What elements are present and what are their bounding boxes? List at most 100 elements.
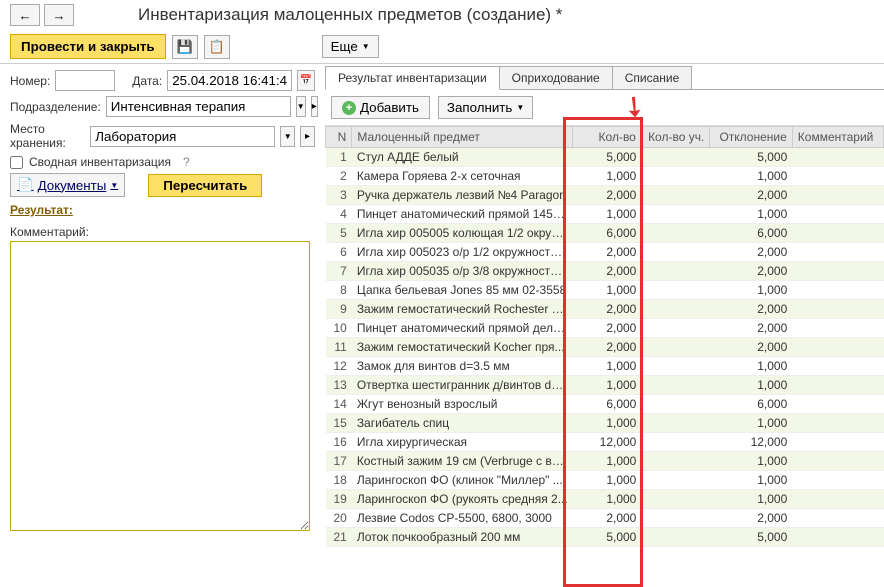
cell-com xyxy=(792,338,883,357)
recalculate-button[interactable]: Пересчитать xyxy=(148,174,262,197)
cell-qty-acc xyxy=(641,243,709,262)
cell-n: 3 xyxy=(326,186,352,205)
cell-item: Жгут венозный взрослый xyxy=(352,395,573,414)
cell-com xyxy=(792,433,883,452)
table-row[interactable]: 10Пинцет анатомический прямой дели...2,0… xyxy=(326,319,884,338)
cell-qty-acc xyxy=(641,490,709,509)
table-row[interactable]: 14Жгут венозный взрослый6,0006,000 xyxy=(326,395,884,414)
cell-n: 20 xyxy=(326,509,352,528)
cell-dev: 2,000 xyxy=(710,186,792,205)
department-input[interactable] xyxy=(106,96,291,117)
diskette-icon: 💾 xyxy=(177,39,193,55)
storage-dropdown[interactable]: ▼ xyxy=(280,126,295,147)
calendar-button[interactable]: 📅 xyxy=(297,70,315,91)
department-dropdown[interactable]: ▼ xyxy=(296,96,306,117)
save-button[interactable]: 💾 xyxy=(172,35,198,59)
documents-button[interactable]: 📄Документы ▼ xyxy=(10,173,125,197)
col-n[interactable]: N xyxy=(326,127,352,148)
tab-receipt[interactable]: Оприходование xyxy=(499,66,613,89)
tab-writeoff[interactable]: Списание xyxy=(612,66,693,89)
cell-qty-acc xyxy=(641,528,709,547)
cell-dev: 1,000 xyxy=(710,376,792,395)
table-row[interactable]: 6Игла хир 005023 о/р 1/2 окружности ...2… xyxy=(326,243,884,262)
table-row[interactable]: 8Цапка бельевая Jones 85 мм 02-35581,000… xyxy=(326,281,884,300)
table-row[interactable]: 20Лезвие Codos CP-5500, 6800, 30002,0002… xyxy=(326,509,884,528)
cell-item: Ларингоскоп ФО (рукоять средняя 2... xyxy=(352,490,573,509)
cell-n: 2 xyxy=(326,167,352,186)
cell-dev: 2,000 xyxy=(710,319,792,338)
add-button[interactable]: +Добавить xyxy=(331,96,430,119)
more-button[interactable]: Еще ▼ xyxy=(322,35,379,58)
table-row[interactable]: 7Игла хир 005035 о/р 3/8 окружности ...2… xyxy=(326,262,884,281)
table-row[interactable]: 5Игла хир 005005 колющая 1/2 окруж...6,0… xyxy=(326,224,884,243)
cell-item: Цапка бельевая Jones 85 мм 02-3558 xyxy=(352,281,573,300)
table-row[interactable]: 4Пинцет анатомический прямой 145 мм1,000… xyxy=(326,205,884,224)
summary-checkbox[interactable] xyxy=(10,156,23,169)
cell-com xyxy=(792,319,883,338)
cell-item: Стул АДДЕ белый xyxy=(352,148,573,167)
cell-qty-acc xyxy=(641,395,709,414)
cell-item: Лоток почкообразный 200 мм xyxy=(352,528,573,547)
cell-n: 8 xyxy=(326,281,352,300)
table-row[interactable]: 1Стул АДДЕ белый5,0005,000 xyxy=(326,148,884,167)
table-row[interactable]: 12Замок для винтов d=3.5 мм1,0001,000 xyxy=(326,357,884,376)
table-row[interactable]: 17Костный зажим 19 см (Verbruge с ви...1… xyxy=(326,452,884,471)
department-open[interactable]: ▸ xyxy=(311,96,318,117)
post-button[interactable]: 📋 xyxy=(204,35,230,59)
help-icon[interactable]: ? xyxy=(183,155,190,169)
storage-label: Место хранения: xyxy=(10,122,85,150)
cell-n: 19 xyxy=(326,490,352,509)
table-row[interactable]: 13Отвертка шестигранник д/винтов d=...1,… xyxy=(326,376,884,395)
table-row[interactable]: 16Игла хирургическая12,00012,000 xyxy=(326,433,884,452)
cell-qty-acc xyxy=(641,262,709,281)
fill-button[interactable]: Заполнить ▼ xyxy=(438,96,533,119)
cell-dev: 5,000 xyxy=(710,528,792,547)
cell-com xyxy=(792,186,883,205)
comment-label: Комментарий: xyxy=(10,225,315,239)
cell-qty: 2,000 xyxy=(573,509,641,528)
cell-qty: 1,000 xyxy=(573,452,641,471)
cell-item: Ларингоскоп ФО (клинок "Миллер" ... xyxy=(352,471,573,490)
post-and-close-button[interactable]: Провести и закрыть xyxy=(10,34,166,59)
cell-item: Загибатель спиц xyxy=(352,414,573,433)
table-row[interactable]: 15Загибатель спиц1,0001,000 xyxy=(326,414,884,433)
summary-label: Сводная инвентаризация xyxy=(29,155,171,169)
cell-qty: 5,000 xyxy=(573,148,641,167)
cell-qty-acc xyxy=(641,414,709,433)
plus-icon: + xyxy=(342,101,356,115)
cell-com xyxy=(792,471,883,490)
storage-open[interactable]: ▸ xyxy=(300,126,315,147)
cell-n: 6 xyxy=(326,243,352,262)
storage-input[interactable] xyxy=(90,126,275,147)
department-label: Подразделение: xyxy=(10,100,101,114)
forward-button[interactable]: → xyxy=(44,4,74,26)
col-qty-acc[interactable]: Кол-во уч. xyxy=(641,127,709,148)
cell-com xyxy=(792,224,883,243)
tab-inventory-result[interactable]: Результат инвентаризации xyxy=(325,66,500,90)
back-button[interactable]: ← xyxy=(10,4,40,26)
comment-textarea[interactable] xyxy=(10,241,310,531)
cell-com xyxy=(792,281,883,300)
cell-dev: 6,000 xyxy=(710,224,792,243)
table-row[interactable]: 18Ларингоскоп ФО (клинок "Миллер" ...1,0… xyxy=(326,471,884,490)
table-row[interactable]: 3Ручка держатель лезвий №4 Paragon2,0002… xyxy=(326,186,884,205)
date-input[interactable] xyxy=(167,70,292,91)
cell-com xyxy=(792,148,883,167)
col-qty[interactable]: Кол-во xyxy=(573,127,641,148)
table-row[interactable]: 11Зажим гемостатический Kocher пря...2,0… xyxy=(326,338,884,357)
col-dev[interactable]: Отклонение xyxy=(710,127,792,148)
cell-qty: 2,000 xyxy=(573,319,641,338)
cell-item: Отвертка шестигранник д/винтов d=... xyxy=(352,376,573,395)
cell-item: Игла хир 005023 о/р 1/2 окружности ... xyxy=(352,243,573,262)
table-row[interactable]: 19Ларингоскоп ФО (рукоять средняя 2...1,… xyxy=(326,490,884,509)
col-com[interactable]: Комментарий xyxy=(792,127,883,148)
table-row[interactable]: 2Камера Горяева 2-х сеточная1,0001,000 xyxy=(326,167,884,186)
cell-n: 12 xyxy=(326,357,352,376)
number-input[interactable] xyxy=(55,70,115,91)
cell-item: Лезвие Codos CP-5500, 6800, 3000 xyxy=(352,509,573,528)
cell-qty-acc xyxy=(641,376,709,395)
cell-com xyxy=(792,357,883,376)
col-item[interactable]: Малоценный предмет xyxy=(352,127,573,148)
table-row[interactable]: 21Лоток почкообразный 200 мм5,0005,000 xyxy=(326,528,884,547)
table-row[interactable]: 9Зажим гемостатический Rochester P...2,0… xyxy=(326,300,884,319)
